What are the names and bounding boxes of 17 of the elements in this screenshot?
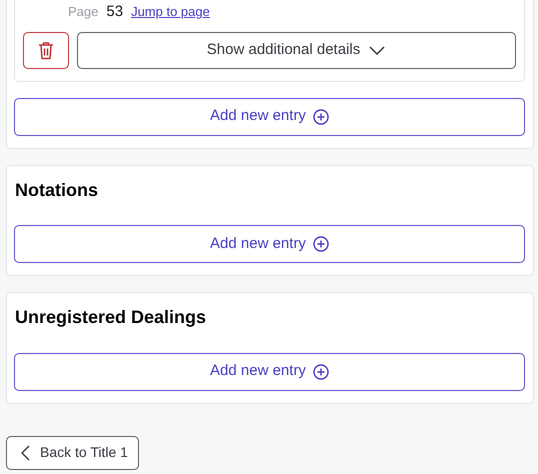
plus-circle-icon [312, 108, 329, 124]
section-title: Unregistered Dealings [14, 306, 208, 330]
section-title: Notations [14, 178, 99, 202]
trash-icon [38, 40, 54, 60]
add-entry-button[interactable]: Add new entry [14, 98, 525, 136]
jump-link[interactable]: Jump to page [131, 2, 210, 22]
details-button[interactable]: Show additional details [77, 32, 516, 68]
back-button[interactable]: Back to Title 1 [6, 436, 139, 470]
page-label: Page [68, 3, 98, 21]
chevron-left-icon [21, 444, 30, 461]
plus-circle-icon [312, 236, 329, 252]
delete-button[interactable] [23, 32, 69, 68]
plus-circle-icon [312, 364, 329, 380]
add-entry-button[interactable]: Add new entry [14, 225, 525, 264]
page-number: 53 [106, 2, 124, 22]
chevron-down-icon [368, 44, 386, 56]
add-entry-button[interactable]: Add new entry [14, 352, 525, 391]
